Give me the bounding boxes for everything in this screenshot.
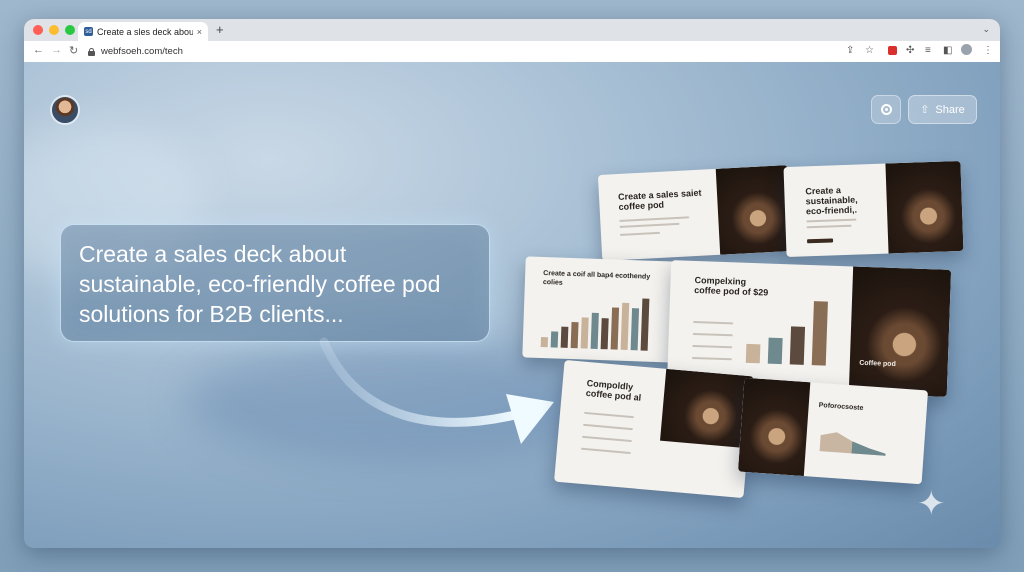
- text-line: [619, 231, 661, 236]
- browser-tab[interactable]: sd Create a sles deck about sus ×: [78, 22, 208, 41]
- text-line: [693, 320, 734, 325]
- bookmark-star-icon[interactable]: ☆: [865, 45, 874, 56]
- slide-thumbnail-5[interactable]: Compoldly coffee pod al: [554, 359, 754, 499]
- upload-icon: ⇧: [920, 104, 930, 116]
- browser-window: sd Create a sles deck about sus × + ⌄ ← …: [24, 19, 1000, 548]
- chart-bar: [600, 318, 609, 350]
- maximize-window-button[interactable]: [65, 25, 75, 35]
- sparkle-icon: ✦: [917, 485, 946, 523]
- slide-thumbnail-3[interactable]: Create a coif all bap4 ecothendy colies: [522, 256, 677, 363]
- side-panel-icon[interactable]: ◧: [943, 45, 952, 56]
- coffee-photo: [715, 165, 793, 255]
- slide-thumbnail-2[interactable]: Create a sustainable, eco-friendi,.: [783, 160, 964, 258]
- prompt-text: Create a sales deck about sustainable, e…: [79, 241, 441, 327]
- slide-thumbnail-1[interactable]: Create a sales saiet coffee pod: [597, 165, 793, 261]
- text-line: [583, 423, 633, 431]
- close-window-button[interactable]: [33, 25, 43, 35]
- settings-button[interactable]: [871, 95, 901, 124]
- chart-bar: [610, 307, 620, 350]
- tab-title: Create a sles deck about sus: [97, 26, 193, 37]
- window-controls: [33, 25, 75, 35]
- share-button[interactable]: ⇧ Share: [908, 95, 977, 124]
- reading-list-icon[interactable]: ≡: [925, 45, 931, 56]
- page-content: ⇧ Share Create a sales deck about sustai…: [24, 62, 1000, 548]
- text-line: [584, 411, 635, 419]
- text-line: [692, 332, 733, 337]
- chart-bar: [550, 331, 559, 348]
- coffee-photo: [848, 266, 952, 397]
- text-line: [691, 356, 732, 361]
- text-line: [619, 222, 680, 228]
- browser-toolbar: ← → ↻ webfsoeh.com/tech ⇪ ☆ ✣ ≡ ◧ ⋮: [24, 41, 1000, 63]
- chart-bar: [570, 322, 579, 349]
- slide-title: Create a coif all bap4 ecothendy colies: [542, 270, 651, 287]
- slide-title: Compoldly coffee pod al: [585, 377, 642, 403]
- chart-bar: [811, 301, 828, 366]
- address-bar[interactable]: webfsoeh.com/tech: [88, 44, 878, 59]
- growth-bar-chart: [540, 295, 655, 351]
- text-line: [806, 218, 857, 223]
- prompt-card: Create a sales deck about sustainable, e…: [60, 224, 490, 342]
- lock-icon: [88, 47, 95, 56]
- user-avatar[interactable]: [50, 95, 80, 125]
- target-icon: [880, 104, 892, 115]
- value-bar-chart: [745, 299, 838, 366]
- profile-avatar-icon[interactable]: [961, 44, 972, 55]
- extensions-puzzle-icon[interactable]: ✣: [906, 45, 914, 56]
- text-line: [692, 344, 733, 349]
- text-line: [806, 224, 852, 229]
- tab-list-chevron-icon[interactable]: ⌄: [982, 24, 990, 35]
- area-series-2: [851, 441, 886, 456]
- more-menu-icon[interactable]: ⋮: [983, 45, 993, 56]
- chart-bar: [640, 298, 650, 351]
- area-chart: [819, 432, 886, 456]
- cta-pill: [807, 238, 834, 244]
- photo-caption: Coffee pod: [859, 359, 896, 369]
- chart-bar: [767, 337, 783, 365]
- slide-title: Poforocsoste: [818, 401, 864, 413]
- extension-red-icon[interactable]: [888, 46, 897, 55]
- coffee-photo: [737, 377, 811, 477]
- chart-bar: [620, 302, 630, 351]
- forward-arrow-icon[interactable]: →: [51, 44, 62, 56]
- text-line: [619, 216, 690, 222]
- chart-bar: [630, 308, 640, 351]
- reload-icon[interactable]: ↻: [69, 44, 78, 57]
- tab-close-icon[interactable]: ×: [197, 27, 202, 37]
- slide-title: Compelxing coffee pod of $29: [694, 274, 769, 298]
- chart-bar: [540, 336, 549, 348]
- slide-thumbnail-6[interactable]: Poforocsoste: [737, 377, 929, 485]
- back-arrow-icon[interactable]: ←: [33, 44, 44, 56]
- slide-title: Create a sales saiet coffee pod: [617, 187, 702, 212]
- coffee-photo: [885, 160, 964, 254]
- minimize-window-button[interactable]: [49, 25, 59, 35]
- url-text: webfsoeh.com/tech: [101, 46, 183, 57]
- chart-bar: [745, 343, 761, 364]
- new-tab-button[interactable]: +: [216, 22, 224, 37]
- chart-bar: [580, 317, 589, 349]
- favicon-icon: sd: [84, 27, 93, 36]
- slide-title: Create a sustainable, eco-friendi,.: [805, 185, 858, 217]
- chart-bar: [560, 326, 569, 348]
- text-line: [580, 447, 631, 455]
- chart-bar: [590, 312, 599, 349]
- share-page-icon[interactable]: ⇪: [846, 45, 854, 56]
- chart-bar: [789, 326, 806, 365]
- tab-strip: sd Create a sles deck about sus × + ⌄: [24, 19, 1000, 41]
- share-label: Share: [935, 103, 965, 116]
- text-line: [581, 435, 632, 443]
